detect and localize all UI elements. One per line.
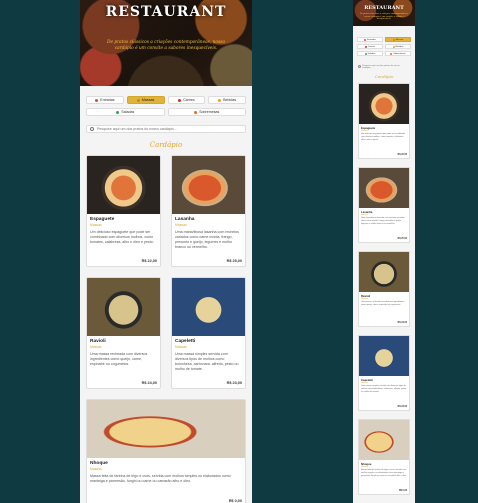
entradas-icon: [364, 38, 367, 41]
dish-name: Espaguete: [90, 217, 115, 222]
mobile-dish-card[interactable]: Nhoque Massas Massa feita de farinha de …: [358, 419, 410, 495]
dish-description: Uma massa recheada com diversos ingredie…: [90, 352, 148, 366]
mobile-category-bar: Entradas Massas Carnes Bebidas Saladas S…: [353, 26, 415, 58]
dish-name: Nhoque: [90, 461, 108, 466]
mobile-dish-card[interactable]: Lasanha Massas Uma maravilhosa lasanha c…: [358, 167, 410, 243]
hero-banner: RESTAURANT De pratos clássicos a criaçõe…: [80, 0, 252, 86]
dish-image: [359, 252, 409, 292]
mobile-dish-card[interactable]: Ravioli Massas Uma massa recheada com di…: [358, 251, 410, 327]
carnes-icon: [364, 45, 367, 48]
saladas-icon: [364, 52, 367, 55]
dish-image: [359, 168, 409, 208]
dish-description: Uma maravilhosa lasanha com recheios var…: [175, 230, 239, 249]
mobile-dish-card[interactable]: Capeletti Massas Uma massa simples servi…: [358, 335, 410, 411]
dish-image: [172, 156, 245, 214]
mobile-hero-banner: RESTAURANT De pratos clássicos a criaçõe…: [353, 0, 415, 26]
dish-price: R$ 23,00: [226, 381, 242, 385]
mobile-search-bar[interactable]: Pesquise aqui um dos pratos do nosso car…: [357, 64, 411, 69]
sobremesas-icon: [194, 110, 198, 114]
dish-description: Uma massa simples servida com diversos t…: [175, 352, 239, 371]
search-bar: [86, 125, 246, 133]
mobile-dish-card[interactable]: Espaguete Massas Um delicioso espaguete …: [358, 83, 410, 159]
dish-price: R$ 25,00: [226, 259, 242, 263]
menu-title: Cardápio: [149, 141, 183, 149]
category-bar-2: Saladas Sobremesas: [80, 106, 252, 120]
mobile-category-massas[interactable]: Massas: [385, 37, 411, 42]
category-bebidas[interactable]: Bebidas: [208, 96, 246, 104]
dish-name: Capeletti: [175, 339, 196, 344]
dish-price: R$ 22,00: [397, 154, 407, 156]
mobile-category-saladas[interactable]: Saladas: [357, 51, 383, 56]
dish-price: R$ 0,00: [228, 499, 242, 503]
mobile-search-placeholder: Pesquise aqui um dos pratos do nosso car…: [361, 64, 400, 69]
dish-price: R$ 24,00: [141, 381, 157, 385]
dish-price: R$ 24,00: [397, 322, 407, 324]
dish-card[interactable]: Espaguete Massas Um delicioso espaguete …: [86, 155, 161, 267]
dish-description: Um delicioso espaguete que pode ser comb…: [361, 133, 405, 141]
dish-price: R$ 25,00: [397, 238, 407, 240]
dish-description: Massa feita de farinha de trigo e ovos, …: [90, 474, 231, 483]
category-saladas[interactable]: Saladas: [86, 108, 165, 116]
bebidas-icon: [392, 45, 395, 48]
category-bar: Entradas Massas Carnes Bebidas: [80, 86, 252, 106]
dish-image: [87, 278, 160, 336]
sobremesas-icon: [390, 52, 393, 55]
dish-card[interactable]: Capeletti Massas Uma massa simples servi…: [171, 277, 246, 389]
dish-image: [172, 278, 245, 336]
dish-name: Lasanha: [175, 217, 195, 222]
category-sobremesas[interactable]: Sobremesas: [167, 108, 246, 116]
desktop-view: RESTAURANT De pratos clássicos a criaçõe…: [80, 0, 252, 503]
saladas-icon: [116, 110, 120, 114]
mobile-category-entradas[interactable]: Entradas: [357, 37, 383, 42]
carnes-icon: [178, 98, 182, 102]
dish-image: [87, 156, 160, 214]
category-carnes[interactable]: Carnes: [167, 96, 206, 104]
dish-description: Uma massa recheada com diversos ingredie…: [361, 301, 405, 306]
mobile-view: RESTAURANT De pratos clássicos a criaçõe…: [353, 0, 415, 503]
mobile-menu-title: Cardápio: [374, 74, 394, 79]
mobile-category-bebidas[interactable]: Bebidas: [385, 44, 411, 49]
dish-description: Massa feita de farinha de trigo e ovos, …: [361, 469, 407, 477]
mobile-category-sobremesas[interactable]: Sobremesas: [385, 51, 411, 56]
mobile-restaurant-tagline: De pratos clássicos a criações contempor…: [359, 13, 409, 21]
bebidas-icon: [218, 98, 222, 102]
dish-image: [359, 420, 409, 460]
dish-image: [87, 400, 245, 458]
dish-description: Um delicioso espaguete que pode ser comb…: [90, 230, 154, 244]
dish-card[interactable]: Nhoque Massas Massa feita de farinha de …: [86, 399, 246, 503]
massas-icon: [136, 98, 140, 102]
massas-icon: [392, 38, 395, 41]
category-massas[interactable]: Massas: [126, 96, 165, 104]
dish-description: Uma maravilhosa lasanha com recheios var…: [361, 217, 405, 225]
dish-card[interactable]: Ravioli Massas Uma massa recheada com di…: [86, 277, 161, 389]
category-entradas[interactable]: Entradas: [86, 96, 124, 104]
dish-price: R$ 23,00: [397, 406, 407, 408]
dish-card[interactable]: Lasanha Massas Uma maravilhosa lasanha c…: [171, 155, 246, 267]
dish-grid: Espaguete Massas Um delicioso espaguete …: [80, 155, 252, 503]
restaurant-tagline: De pratos clássicos a criações contempor…: [107, 40, 225, 51]
search-input[interactable]: [96, 127, 242, 131]
dish-image: [359, 336, 409, 376]
dish-name: Ravioli: [90, 339, 106, 344]
dish-image: [359, 84, 409, 124]
dish-price: R$ 22,00: [141, 259, 157, 263]
mobile-restaurant-title: RESTAURANT: [364, 5, 404, 11]
dish-price: R$ 0,00: [398, 490, 407, 492]
search-icon: [358, 65, 361, 68]
entradas-icon: [95, 98, 99, 102]
dish-description: Uma massa simples servida com diversos t…: [361, 385, 407, 393]
mobile-category-carnes[interactable]: Carnes: [357, 44, 383, 49]
search-icon: [90, 127, 94, 131]
restaurant-title: RESTAURANT: [105, 4, 227, 20]
